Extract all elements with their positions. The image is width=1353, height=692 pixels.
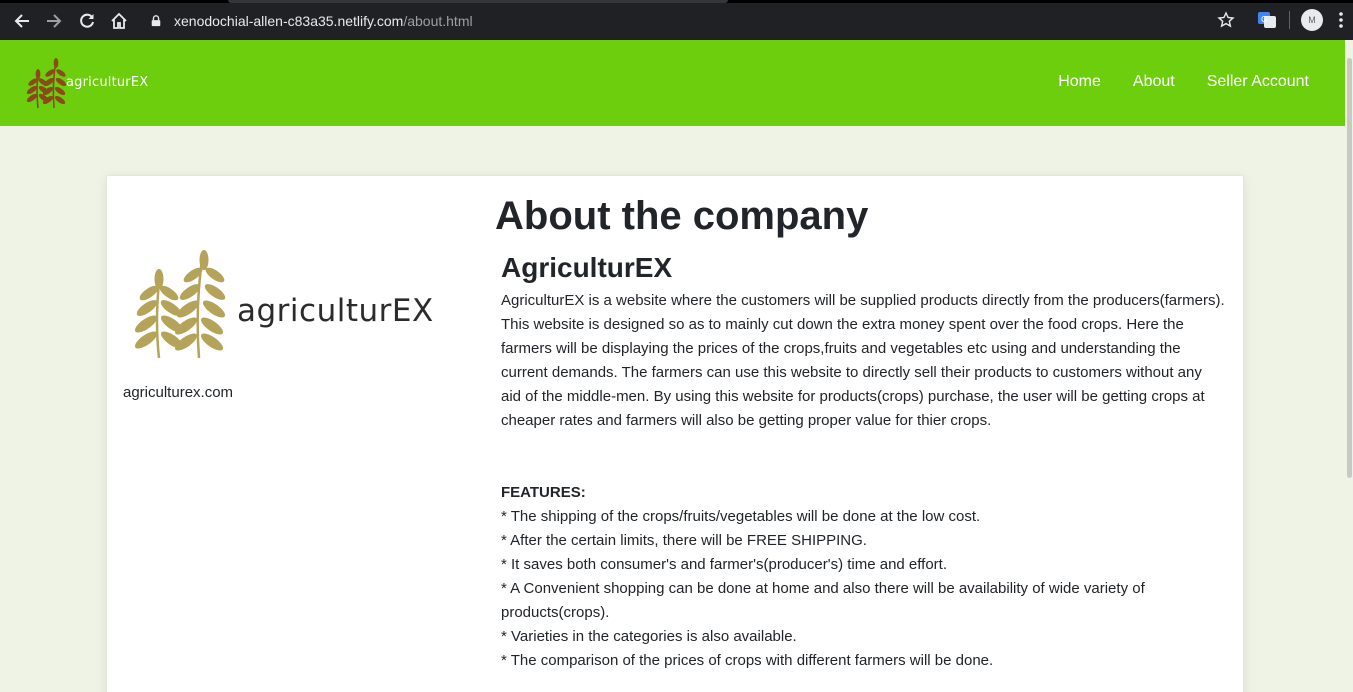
home-icon [111,12,127,29]
page-title: About the company [495,194,869,238]
about-card: agriculturEX agriculturex.com About the … [106,175,1244,692]
feature-item: * A Convenient shopping can be done at h… [501,580,1145,621]
address-bar[interactable]: xenodochial-allen-c83a35.netlify.com/abo… [150,11,473,31]
profile-initial: M [1301,9,1323,31]
wheat-logo-icon [26,58,67,109]
arrow-right-icon [47,14,62,28]
reload-icon [80,13,94,28]
feature-item: * The comparison of the prices of crops … [501,652,994,669]
feature-item: * The shipping of the crops/fruits/veget… [501,508,981,525]
nav-menu: Home About Seller Account [1026,73,1309,91]
company-logo-column: agriculturEX agriculturex.com [123,246,473,401]
scrollbar-thumb[interactable] [1347,58,1352,478]
translate-icon: G [1258,12,1276,28]
feature-item: * Varieties in the categories is also av… [501,628,797,645]
company-description: AgriculturEX is a website where the cust… [501,292,1225,429]
company-website: agriculturex.com [123,384,234,401]
company-logo-text: agriculturEX [237,293,434,329]
wheat-logo-large-icon [134,250,226,359]
home-button[interactable] [108,10,130,32]
browser-toolbar: xenodochial-allen-c83a35.netlify.com/abo… [0,0,1353,40]
nav-link-about[interactable]: About [1133,73,1175,91]
back-button[interactable] [11,10,33,32]
lock-icon [150,14,164,28]
reload-button[interactable] [76,10,98,32]
tab-strip-edge [0,0,1353,3]
toolbar-divider [1289,9,1290,31]
brand-name: agriculturEX [66,74,149,90]
page-scrollbar[interactable] [1345,40,1353,692]
arrow-left-icon [14,14,29,28]
browser-menu-button[interactable] [1338,9,1344,31]
star-icon [1217,11,1235,28]
url-host: xenodochial-allen-c83a35.netlify.com [174,13,404,29]
nav-link-home[interactable]: Home [1058,73,1101,91]
company-logo: agriculturEX [123,246,473,362]
forward-button[interactable] [43,10,65,32]
feature-item: * After the certain limits, there will b… [501,532,867,549]
features-section: FEATURES: * The shipping of the crops/fr… [501,481,1225,673]
svg-text:G: G [1261,15,1267,24]
profile-avatar[interactable]: M [1301,9,1323,31]
brand-logo-link[interactable]: agriculturEX [22,54,148,110]
feature-item: * It saves both consumer's and farmer's(… [501,556,948,573]
nav-link-seller-account[interactable]: Seller Account [1207,73,1309,91]
kebab-menu-icon [1339,12,1343,28]
features-heading: FEATURES: [501,484,586,501]
url-path: /about.html [403,13,473,29]
translate-button[interactable]: G [1257,9,1277,31]
bookmark-star-button[interactable] [1217,9,1235,31]
company-name-heading: AgriculturEX [501,252,673,283]
site-navbar: agriculturEX Home About Seller Account [0,40,1353,126]
